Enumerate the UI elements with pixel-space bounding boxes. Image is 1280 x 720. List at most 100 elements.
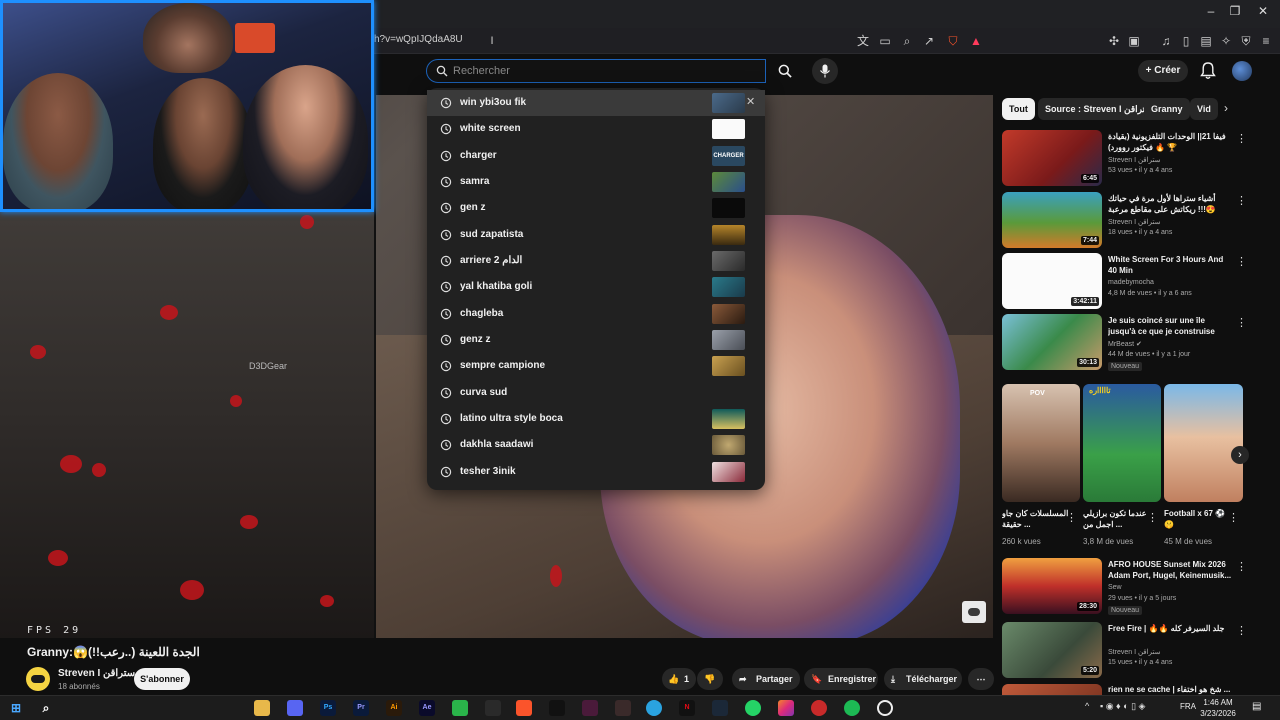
channel-name[interactable]: Streven I ستراقن — [1108, 648, 1160, 656]
suggestion-item[interactable]: dakhla saadawi — [427, 432, 765, 458]
account-avatar[interactable] — [1232, 61, 1252, 81]
recommendation-item[interactable]: 6:45 فيفا 21|| الوحدات التلفزيونية (بقيا… — [1002, 130, 1272, 188]
video-title[interactable]: فيفا 21|| الوحدات التلفزيونية (بقيادة في… — [1108, 131, 1234, 153]
video-thumbnail[interactable]: 3:42:11 — [1002, 253, 1102, 309]
close-window-button[interactable]: ✕ — [1248, 4, 1278, 18]
miniplayer-game-icon[interactable] — [962, 601, 986, 623]
more-options-icon[interactable]: ⋮ — [1236, 194, 1247, 207]
brave-icon[interactable] — [516, 700, 532, 716]
suggestion-item[interactable]: gen z — [427, 195, 765, 221]
search-box[interactable] — [426, 59, 766, 83]
suggestion-item[interactable]: chagleba — [427, 301, 765, 327]
recommendation-item[interactable]: 7:44 أشياء ستراها لأول مرة في حياتك 😍!!!… — [1002, 192, 1272, 250]
video-title[interactable]: AFRO HOUSE Sunset Mix 2026 Adam Port, Hu… — [1108, 559, 1234, 581]
short-thumbnail[interactable] — [1164, 384, 1243, 502]
remove-suggestion-icon[interactable]: ✕ — [746, 95, 755, 108]
more-options-icon[interactable]: ⋮ — [1236, 560, 1247, 573]
steam-icon[interactable] — [712, 700, 728, 716]
suggestion-item[interactable]: tesher 3inik — [427, 459, 765, 485]
spotify-icon[interactable] — [844, 700, 860, 716]
search-input[interactable] — [453, 62, 753, 80]
translate-icon[interactable]: 文 — [855, 33, 871, 49]
premiere-icon[interactable]: Pr — [353, 700, 369, 716]
tray-chevron-icon[interactable]: ^ — [1085, 701, 1089, 711]
video-title[interactable]: Free Fire | 🔥🔥 جلد السيرفر كله — [1108, 623, 1234, 634]
menu-icon[interactable]: ≡ — [1258, 33, 1274, 49]
recommendation-item[interactable]: 28:30 AFRO HOUSE Sunset Mix 2026 Adam Po… — [1002, 558, 1272, 616]
video-thumbnail[interactable]: 28:30 — [1002, 558, 1102, 614]
create-button[interactable]: + Créer — [1138, 60, 1188, 82]
suggestion-item[interactable]: arriere 2 الدام — [427, 248, 765, 274]
search-taskbar-icon[interactable]: ⌕ — [38, 700, 54, 716]
suggestion-item[interactable]: sud zapatista — [427, 222, 765, 248]
video-title[interactable]: White Screen For 3 Hours And 40 Min — [1108, 254, 1234, 276]
file-explorer-icon[interactable] — [254, 700, 270, 716]
notifications-bell-icon[interactable] — [1200, 62, 1216, 80]
notification-center-icon[interactable]: ▤ — [1252, 701, 1261, 712]
video-title[interactable]: rien ne se cache | شخ هو اختفاء ... — [1108, 684, 1234, 695]
suggestion-item[interactable]: sempre campione — [427, 353, 765, 379]
channel-avatar[interactable] — [26, 667, 50, 691]
like-button[interactable]: 👍 1 — [662, 668, 696, 690]
short-thumbnail[interactable]: تاااااره — [1083, 384, 1161, 502]
video-thumbnail[interactable]: 6:45 — [1002, 130, 1102, 186]
cast-icon[interactable]: ▭ — [877, 33, 893, 49]
discord-icon[interactable] — [287, 700, 303, 716]
app-ring-icon[interactable] — [877, 700, 893, 716]
shorts-next-icon[interactable]: › — [1231, 446, 1249, 464]
video-thumbnail[interactable]: 7:44 — [1002, 192, 1102, 248]
illustrator-icon[interactable]: Ai — [386, 700, 402, 716]
share-button[interactable]: ➦ Partager — [732, 668, 800, 690]
channel-name[interactable]: madebymocha — [1108, 279, 1154, 286]
voice-search-button[interactable] — [812, 58, 838, 84]
suggestion-item[interactable]: white screen — [427, 116, 765, 142]
android-studio-icon[interactable] — [452, 700, 468, 716]
channel-name[interactable]: MrBeast ✔ — [1108, 340, 1142, 348]
recommendation-item[interactable]: rien ne se cache | شخ هو اختفاء ... — [1002, 684, 1272, 695]
more-actions-button[interactable]: ⋯ — [968, 668, 994, 690]
short-title[interactable]: Football x 67 ⚽🤫 — [1164, 508, 1234, 530]
video-thumbnail[interactable] — [1002, 684, 1102, 695]
download-button[interactable]: ⤓ Télécharger — [884, 668, 962, 690]
vpn-icon[interactable]: ⛨ — [1238, 33, 1254, 49]
more-options-icon[interactable]: ⋮ — [1147, 511, 1158, 524]
chip-videos[interactable]: Vid — [1190, 98, 1218, 120]
zoom-icon[interactable]: ⌕ — [899, 33, 915, 49]
suggestion-item[interactable]: win ybi3ou fik ✕ — [427, 90, 765, 116]
short-thumbnail[interactable]: POV — [1002, 384, 1080, 502]
search-button[interactable] — [770, 59, 800, 83]
short-title[interactable]: عندما تكون برازيلي اجمل من ... — [1083, 508, 1153, 530]
music-icon[interactable]: ♫ — [1158, 33, 1174, 49]
chip-granny[interactable]: Granny — [1144, 98, 1190, 120]
wallet-icon[interactable]: ▤ — [1198, 33, 1214, 49]
share-page-icon[interactable]: ↗ — [921, 33, 937, 49]
more-options-icon[interactable]: ⋮ — [1236, 255, 1247, 268]
capcut-icon[interactable] — [485, 700, 501, 716]
maximize-button[interactable]: ❐ — [1220, 4, 1250, 18]
channel-name[interactable]: Streven I ستراقن — [1108, 156, 1160, 164]
video-thumbnail[interactable]: 5:20 — [1002, 622, 1102, 678]
leo-ai-icon[interactable]: ✧ — [1218, 33, 1234, 49]
reader-icon[interactable]: ▯ — [1178, 33, 1194, 49]
visual-studio-icon[interactable] — [582, 700, 598, 716]
video-title[interactable]: Je suis coincé sur une île jusqu'à ce qu… — [1108, 315, 1234, 338]
brave-rewards-icon[interactable]: ▲ — [968, 33, 984, 49]
chevron-right-icon[interactable]: › — [1224, 101, 1228, 115]
recommendation-item[interactable]: 5:20 Free Fire | 🔥🔥 جلد السيرفر كله Stre… — [1002, 622, 1272, 680]
more-options-icon[interactable]: ⋮ — [1228, 511, 1239, 524]
more-options-icon[interactable]: ⋮ — [1236, 316, 1247, 329]
chip-source[interactable]: Source : Streven I ستراقن — [1038, 98, 1160, 120]
channel-name[interactable]: Streven I ستراقن — [58, 668, 135, 679]
tray-icons[interactable]: ▪ ◉ ♦ ◐ ▯ ◈ — [1100, 701, 1145, 712]
url-text[interactable]: h?v=wQpIJQdaA8U — [374, 34, 463, 45]
tiktok-icon[interactable] — [549, 700, 565, 716]
suggestion-item[interactable]: yal khatiba goli — [427, 274, 765, 300]
after-effects-icon[interactable]: Ae — [419, 700, 435, 716]
more-options-icon[interactable]: ⋮ — [1236, 132, 1247, 145]
suggestion-item[interactable]: charger CHARGER — [427, 143, 765, 169]
whatsapp-icon[interactable] — [745, 700, 761, 716]
suggestion-item[interactable]: samra — [427, 169, 765, 195]
dislike-button[interactable]: 👎 — [697, 668, 723, 690]
save-button[interactable]: 🔖 Enregistrer — [804, 668, 878, 690]
subscribe-button[interactable]: S'abonner — [134, 668, 190, 690]
